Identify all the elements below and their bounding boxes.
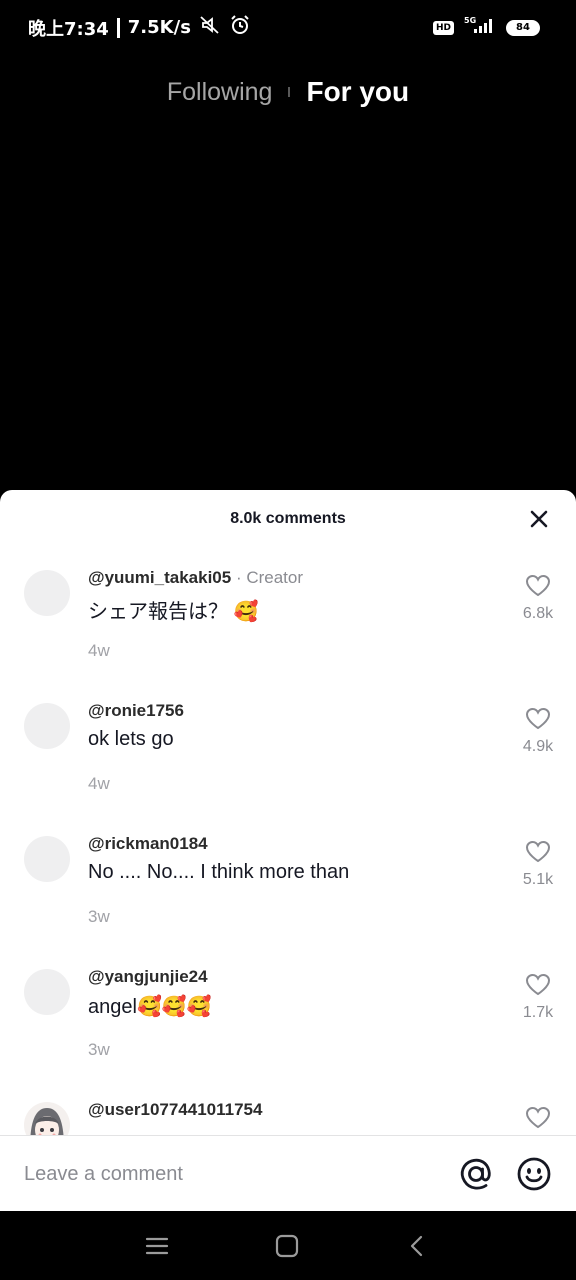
like-count: 1.7k bbox=[522, 1004, 554, 1021]
system-nav-bar bbox=[0, 1211, 576, 1280]
tab-divider bbox=[288, 87, 291, 97]
comment-input-bar bbox=[0, 1135, 576, 1211]
creator-badge: · Creator bbox=[235, 568, 304, 587]
avatar[interactable] bbox=[24, 1102, 70, 1136]
avatar[interactable] bbox=[24, 836, 70, 882]
heart-icon[interactable] bbox=[525, 1106, 551, 1135]
heart-icon[interactable] bbox=[525, 707, 551, 736]
comment-time: 4w bbox=[88, 774, 110, 793]
comment-item: @yuumi_takaki05 · Creator シェア報告は？ 🥰 4w 6… bbox=[0, 552, 576, 685]
square-icon[interactable] bbox=[272, 1231, 302, 1261]
like-count: 6.8k bbox=[522, 605, 554, 622]
comment-item: @yangjunjie24 angel🥰🥰🥰 3w 1.7k bbox=[0, 951, 576, 1084]
like-count: 5.1k bbox=[522, 871, 554, 888]
like-button[interactable] bbox=[518, 1106, 558, 1135]
alarm-icon bbox=[229, 14, 251, 41]
battery-indicator: 84 bbox=[506, 19, 540, 36]
comment-username-line: @ronie1756 bbox=[88, 701, 184, 721]
at-icon[interactable] bbox=[458, 1156, 494, 1192]
comments-header: 8.0k comments bbox=[0, 490, 576, 548]
close-icon[interactable] bbox=[526, 506, 552, 532]
back-icon[interactable] bbox=[402, 1231, 432, 1261]
comments-sheet: 8.0k comments @yuumi_takaki05 · Creator … bbox=[0, 490, 576, 1210]
comment-username[interactable]: @yangjunjie24 bbox=[88, 967, 208, 986]
comment-text: angel bbox=[88, 996, 137, 1018]
like-button[interactable]: 4.9k bbox=[518, 707, 558, 756]
tab-for-you[interactable]: For you bbox=[306, 76, 409, 108]
comment-list[interactable]: @yuumi_takaki05 · Creator シェア報告は？ 🥰 4w 6… bbox=[0, 552, 576, 1136]
net-speed: 7.5K/s bbox=[127, 17, 191, 38]
comment-username-line: @yangjunjie24 bbox=[88, 967, 208, 987]
comment-item: @user1077441011754 bbox=[0, 1084, 576, 1136]
smiley-icon[interactable] bbox=[516, 1156, 552, 1192]
status-separator bbox=[116, 17, 120, 38]
comment-username[interactable]: @user1077441011754 bbox=[88, 1100, 262, 1119]
avatar[interactable] bbox=[24, 969, 70, 1015]
avatar[interactable] bbox=[24, 570, 70, 616]
like-count: 4.9k bbox=[522, 738, 554, 755]
comment-text-line: angel🥰🥰🥰 bbox=[88, 994, 212, 1019]
comment-text: No .... No.... I think more than bbox=[88, 861, 350, 883]
heart-icon[interactable] bbox=[525, 973, 551, 1002]
like-button[interactable]: 5.1k bbox=[518, 840, 558, 889]
heart-icon[interactable] bbox=[525, 574, 551, 603]
mute-icon bbox=[199, 15, 221, 40]
heart-icon[interactable] bbox=[525, 840, 551, 869]
status-left: 晚上7:34 7.5K/s bbox=[28, 14, 251, 41]
comment-time: 3w bbox=[88, 1040, 110, 1059]
like-button[interactable]: 6.8k bbox=[518, 574, 558, 623]
comment-time: 4w bbox=[88, 641, 110, 660]
comment-username-line: @user1077441011754 bbox=[88, 1100, 262, 1120]
comment-item: @rickman0184 No .... No.... I think more… bbox=[0, 818, 576, 951]
feed-tabs: Following For you bbox=[0, 72, 576, 112]
comment-username-line: @yuumi_takaki05 · Creator bbox=[88, 568, 303, 588]
status-bar: 晚上7:34 7.5K/s HD 5G 84 bbox=[0, 0, 576, 52]
comment-username[interactable]: @rickman0184 bbox=[88, 834, 208, 853]
clock: 晚上7:34 bbox=[28, 18, 109, 40]
like-button[interactable]: 1.7k bbox=[518, 973, 558, 1022]
comment-username[interactable]: @yuumi_takaki05 bbox=[88, 568, 231, 587]
comment-text: シェア報告は？ bbox=[88, 601, 228, 623]
hd-badge: HD bbox=[432, 20, 454, 35]
menu-icon[interactable] bbox=[142, 1231, 172, 1261]
comments-count-title: 8.0k comments bbox=[230, 510, 346, 527]
comment-username-line: @rickman0184 bbox=[88, 834, 208, 854]
comment-time: 3w bbox=[88, 907, 110, 926]
signal-icon: 5G bbox=[462, 15, 498, 40]
avatar[interactable] bbox=[24, 703, 70, 749]
comment-item: @ronie1756 ok lets go 4w 4.9k bbox=[0, 685, 576, 818]
comment-username[interactable]: @ronie1756 bbox=[88, 701, 184, 720]
tab-following[interactable]: Following bbox=[167, 78, 273, 107]
status-right: HD 5G 84 bbox=[432, 15, 540, 40]
comment-input[interactable] bbox=[24, 1156, 424, 1192]
svg-text:5G: 5G bbox=[464, 16, 476, 25]
comment-emoji: 🥰🥰🥰 bbox=[136, 996, 212, 1018]
comment-emoji: 🥰 bbox=[233, 601, 259, 623]
comment-text-line: シェア報告は？ 🥰 bbox=[88, 595, 258, 624]
avatar-illustration bbox=[30, 1108, 64, 1136]
comment-text: ok lets go bbox=[88, 728, 174, 750]
